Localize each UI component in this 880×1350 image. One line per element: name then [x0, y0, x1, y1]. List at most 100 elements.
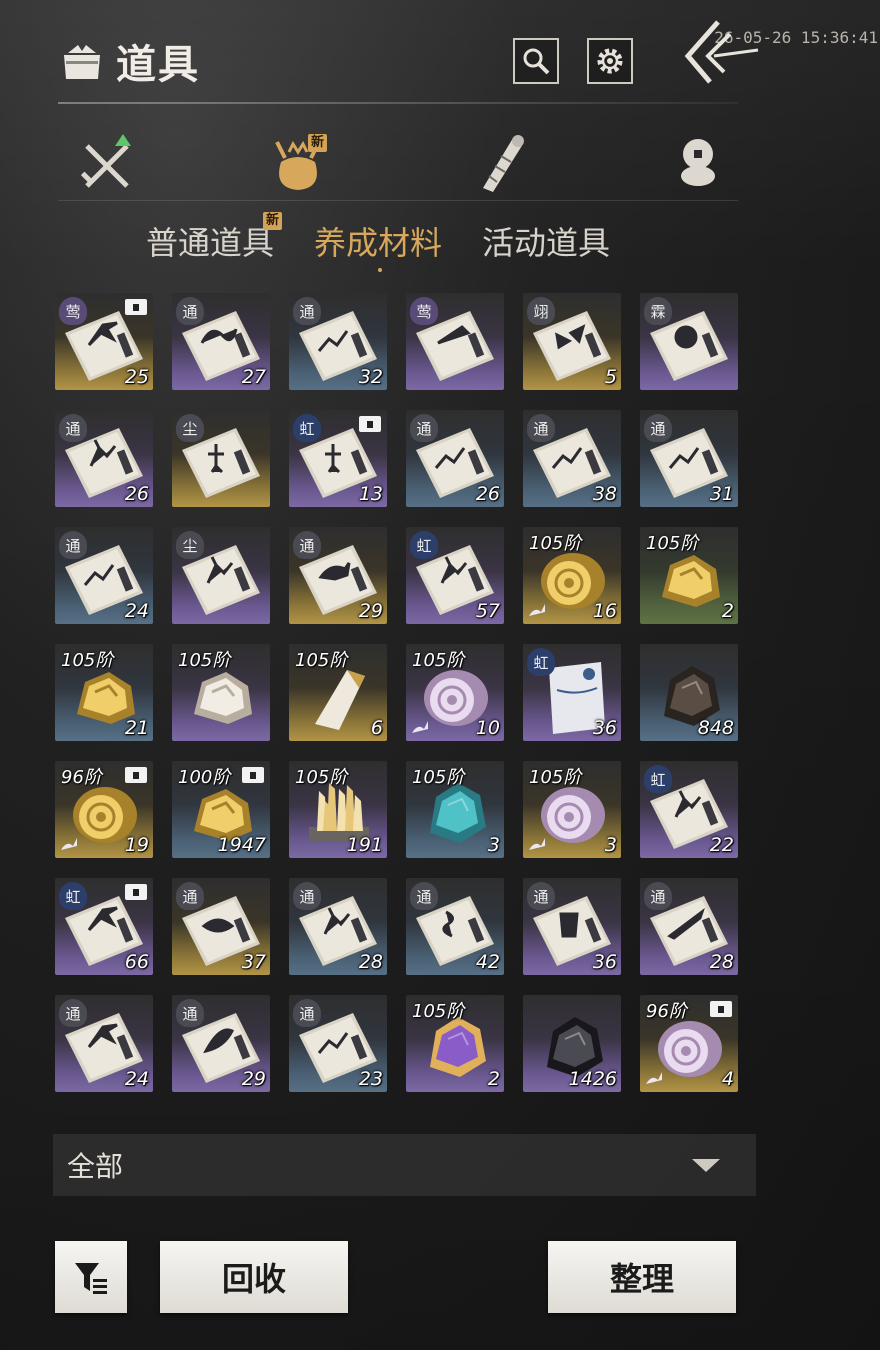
search-icon	[523, 48, 550, 75]
item-slot[interactable]: 莺 25	[55, 293, 153, 390]
item-slot[interactable]: 105阶 21	[55, 644, 153, 741]
item-slot[interactable]: 霖	[640, 293, 738, 390]
item-slot[interactable]: 通 37	[172, 878, 270, 975]
subtab-event-items[interactable]: 活动道具	[482, 218, 610, 264]
item-slot[interactable]: 105阶 191	[289, 761, 387, 858]
settings-button[interactable]	[587, 38, 633, 84]
search-button[interactable]	[513, 38, 559, 84]
subtab-normal-items[interactable]: 普通道具 新	[146, 212, 283, 264]
book-motif	[674, 325, 698, 349]
item-count: 22	[709, 834, 734, 856]
item-slot[interactable]: 通 38	[523, 410, 621, 507]
page-title: 道具	[116, 41, 200, 88]
item-slot[interactable]: 105阶 10	[406, 644, 504, 741]
upgrade-arrow	[61, 838, 77, 850]
item-slot[interactable]: 1426	[523, 995, 621, 1092]
item-count: 38	[592, 483, 617, 505]
item-slot[interactable]: 虹 36	[523, 644, 621, 741]
upgrade-arrow	[529, 838, 545, 850]
item-count: 16	[592, 600, 617, 622]
item-slot[interactable]: 翊5	[523, 293, 621, 390]
item-slot[interactable]: 通 27	[172, 293, 270, 390]
tab-scrolls[interactable]	[448, 122, 548, 202]
chevron-down-icon	[692, 1158, 720, 1172]
item-slot[interactable]: 尘	[172, 410, 270, 507]
item-slot[interactable]: 通 32	[289, 293, 387, 390]
item-slot[interactable]: 通 26	[55, 410, 153, 507]
item-slot[interactable]: 虹 13	[289, 410, 387, 507]
filter-icon	[75, 1263, 107, 1294]
tab-equipment[interactable]	[58, 122, 158, 202]
tab-currency[interactable]	[648, 122, 748, 202]
item-slot[interactable]: 105阶 16	[523, 527, 621, 624]
grade-badge: 虹	[59, 882, 87, 910]
item-count: 23	[358, 1068, 383, 1090]
subtab-materials[interactable]: 养成材料	[314, 218, 442, 272]
back-arrow-icon[interactable]	[680, 18, 760, 88]
item-count: 13	[358, 483, 383, 505]
grade-badge: 通	[293, 531, 321, 559]
item-slot[interactable]: 105阶 6	[289, 644, 387, 741]
item-slot[interactable]: 通 24	[55, 995, 153, 1092]
item-slot[interactable]: 96阶 19	[55, 761, 153, 858]
grade-badge: 通	[176, 882, 204, 910]
grade-badge: 通	[176, 999, 204, 1027]
item-slot[interactable]: 通 24	[55, 527, 153, 624]
item-slot[interactable]: 虹 22	[640, 761, 738, 858]
grade-badge: 通	[176, 297, 204, 325]
coins-icon	[681, 139, 715, 186]
item-slot[interactable]: 848	[640, 644, 738, 741]
grade-badge: 尘	[176, 531, 204, 559]
tier-label: 96阶	[646, 1001, 687, 1022]
item-slot[interactable]: 105阶 2	[406, 995, 504, 1092]
tier-label: 105阶	[412, 767, 465, 788]
item-slot[interactable]: 通 29	[172, 995, 270, 1092]
sort-button[interactable]: 整理	[548, 1241, 736, 1313]
grade-badge: 虹	[644, 765, 672, 793]
item-slot[interactable]: 105阶 2	[640, 527, 738, 624]
item-count: 36	[592, 951, 617, 973]
grade-badge: 通	[293, 297, 321, 325]
shell-center	[447, 695, 457, 705]
filter-dropdown[interactable]: 全部	[53, 1134, 756, 1196]
new-badge: 新	[263, 212, 283, 230]
item-slot[interactable]: 105阶	[172, 644, 270, 741]
item-count: 10	[475, 717, 500, 739]
item-slot[interactable]: 通 26	[406, 410, 504, 507]
filter-label: 全部	[67, 1150, 124, 1183]
item-slot[interactable]: 虹 66	[55, 878, 153, 975]
tier-label: 96阶	[61, 767, 102, 788]
item-count: 31	[709, 483, 734, 505]
upgrade-arrow	[529, 604, 545, 616]
item-slot[interactable]: 通 31	[640, 410, 738, 507]
tier-label: 100阶	[178, 767, 231, 788]
item-count: 1947	[217, 834, 266, 856]
subtab-label: 活动道具	[482, 224, 611, 262]
grade-badge: 通	[59, 999, 87, 1027]
item-slot[interactable]: 通 36	[523, 878, 621, 975]
item-slot[interactable]: 105阶 3	[523, 761, 621, 858]
filter-button[interactable]	[55, 1241, 127, 1313]
item-slot[interactable]: 通 28	[640, 878, 738, 975]
recycle-button[interactable]: 回收	[160, 1241, 348, 1313]
tab-items[interactable]: 新	[248, 122, 348, 202]
item-slot[interactable]: 虹 57	[406, 527, 504, 624]
item-slot[interactable]: 100阶 1947	[172, 761, 270, 858]
grade-badge: 虹	[527, 648, 555, 676]
item-slot[interactable]: 尘	[172, 527, 270, 624]
item-slot[interactable]: 通 29	[289, 527, 387, 624]
grade-badge: 通	[410, 414, 438, 442]
item-slot[interactable]: 通 42	[406, 878, 504, 975]
item-slot[interactable]: 通 23	[289, 995, 387, 1092]
tier-label: 105阶	[646, 533, 699, 554]
grade-badge: 通	[293, 999, 321, 1027]
grade-badge: 莺	[59, 297, 87, 325]
item-slot[interactable]: 105阶 3	[406, 761, 504, 858]
upgrade-icon	[529, 604, 545, 616]
tier-label: 105阶	[529, 767, 582, 788]
item-slot[interactable]: 莺	[406, 293, 504, 390]
item-slot[interactable]: 通 28	[289, 878, 387, 975]
item-count: 36	[592, 717, 617, 739]
header: 道具	[58, 32, 200, 90]
item-slot[interactable]: 96阶 4	[640, 995, 738, 1092]
